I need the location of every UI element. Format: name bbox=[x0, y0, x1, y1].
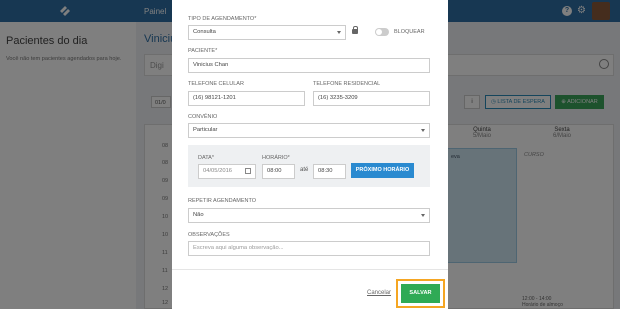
residencial-label: TELEFONE RESIDENCIAL bbox=[313, 81, 381, 87]
repetir-label: REPETIR AGENDAMENTO bbox=[188, 198, 257, 204]
convenio-value: Particular bbox=[193, 127, 218, 133]
date-value: 04/05/2016 bbox=[203, 168, 233, 174]
proximo-horario-button[interactable]: PRÓXIMO HORÁRIO bbox=[351, 163, 414, 178]
bloquear-toggle[interactable] bbox=[375, 28, 389, 36]
paciente-field[interactable]: Vinicius Chan bbox=[188, 58, 430, 73]
celular-field[interactable]: (16) 98121-1201 bbox=[188, 91, 305, 106]
chevron-down-icon bbox=[421, 214, 425, 217]
celular-label: TELEFONE CELULAR bbox=[188, 81, 244, 87]
observacoes-input[interactable]: Escreva aqui alguma observação... bbox=[188, 241, 430, 256]
chevron-down-icon bbox=[337, 31, 341, 34]
horario-label: HORÁRIO* bbox=[262, 155, 290, 161]
bloquear-label: BLOQUEAR bbox=[394, 29, 425, 35]
convenio-label: CONVÊNIO bbox=[188, 114, 218, 120]
chevron-down-icon bbox=[421, 129, 425, 132]
start-time-field[interactable]: 08:00 bbox=[262, 164, 295, 179]
modal-divider bbox=[172, 269, 448, 270]
repetir-value: Não bbox=[193, 212, 204, 218]
tipo-select[interactable]: Consulta bbox=[188, 25, 346, 40]
repetir-select[interactable]: Não bbox=[188, 208, 430, 223]
save-button[interactable]: SALVAR bbox=[401, 284, 440, 303]
residencial-field[interactable]: (16) 3235-3209 bbox=[313, 91, 430, 106]
convenio-select[interactable]: Particular bbox=[188, 123, 430, 138]
paciente-label: PACIENTE* bbox=[188, 48, 218, 54]
calendar-icon bbox=[245, 168, 251, 174]
obs-label: OBSERVAÇÕES bbox=[188, 232, 230, 238]
lock-icon bbox=[352, 26, 358, 34]
end-time-field[interactable]: 08:30 bbox=[313, 164, 346, 179]
ate-label: até bbox=[300, 167, 309, 173]
data-label: DATA* bbox=[198, 155, 214, 161]
tipo-value: Consulta bbox=[193, 29, 216, 35]
date-field[interactable]: 04/05/2016 bbox=[198, 164, 256, 179]
cancel-link[interactable]: Cancelar bbox=[367, 290, 391, 296]
tipo-label: TIPO DE AGENDAMENTO* bbox=[188, 16, 257, 22]
